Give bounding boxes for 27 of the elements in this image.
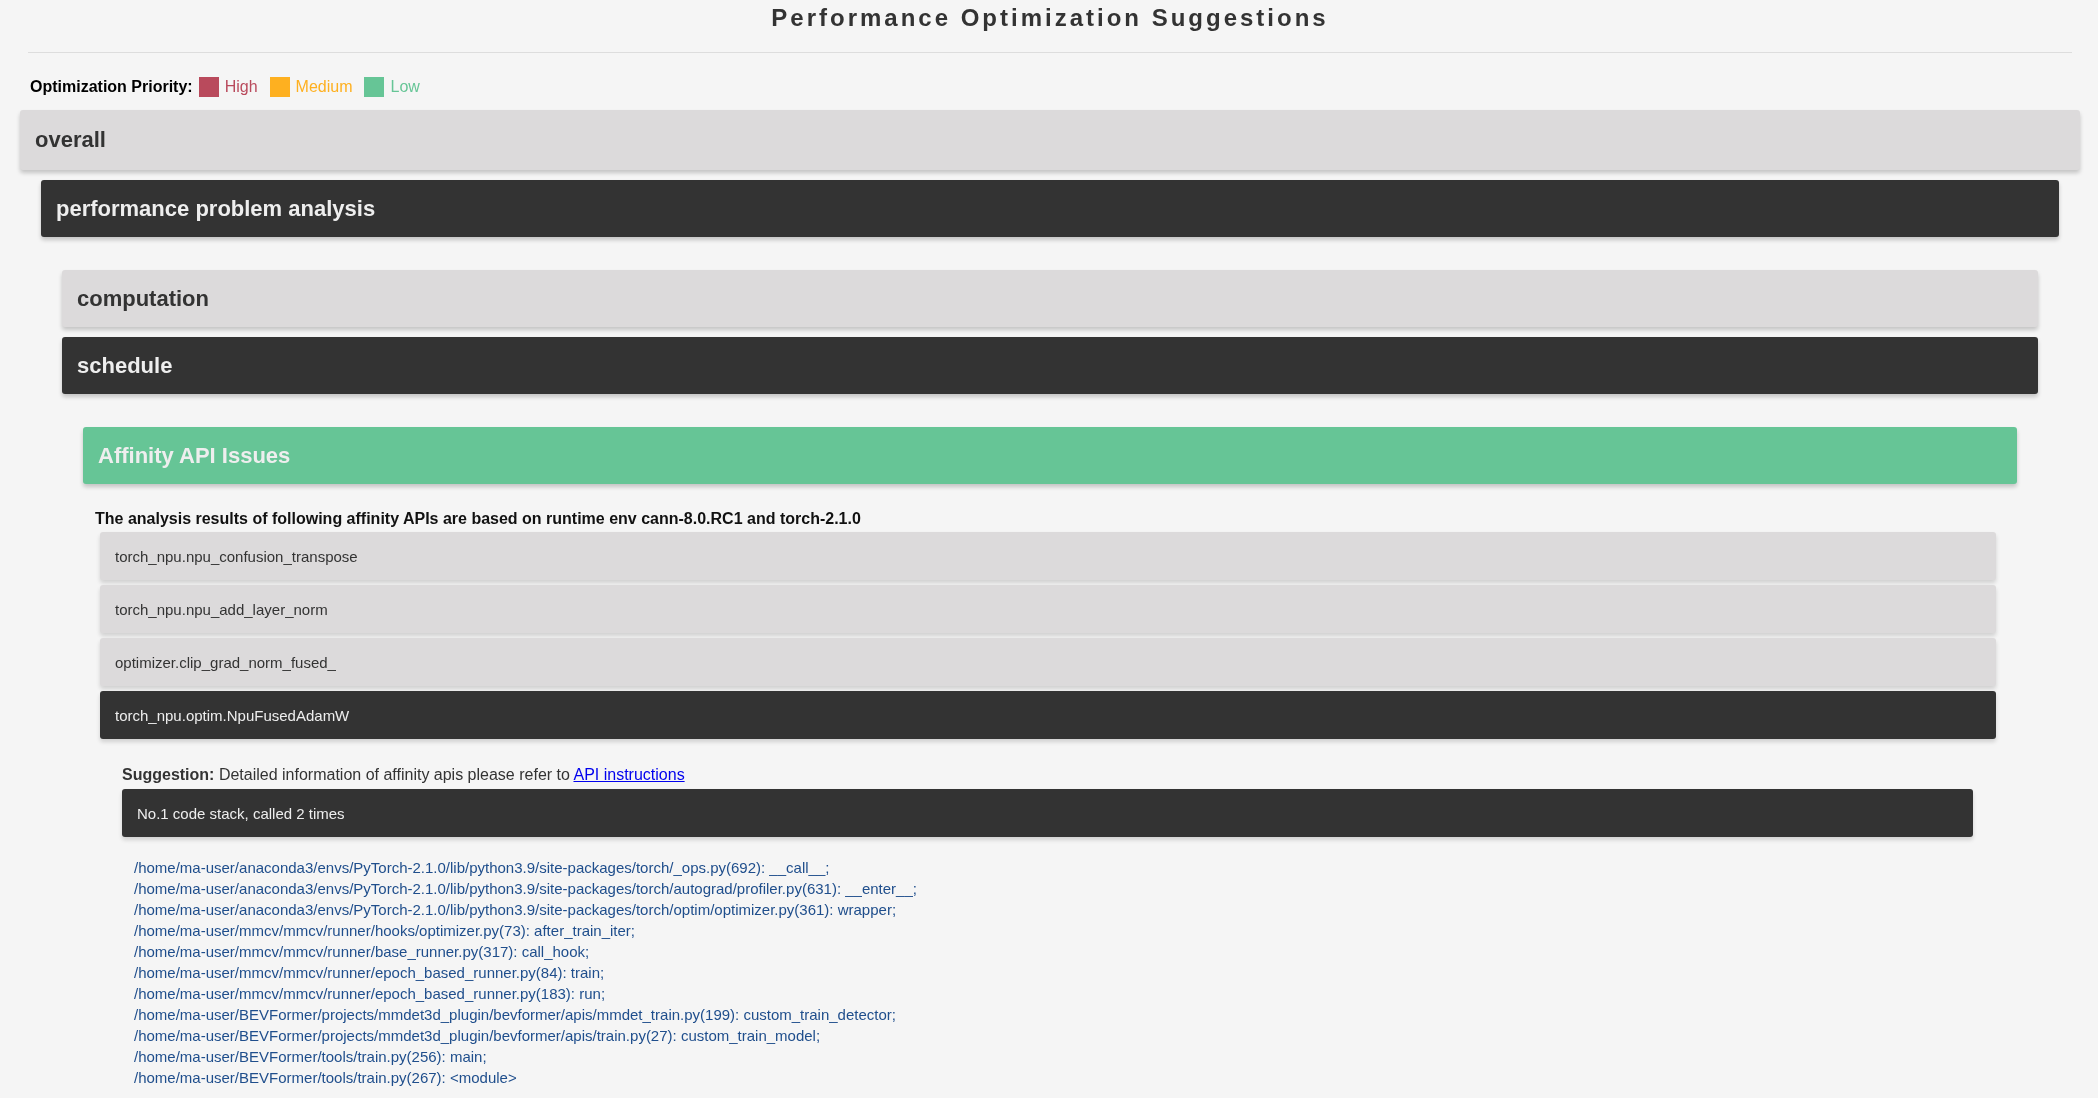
stack-line: /home/ma-user/mmcv/mmcv/runner/epoch_based_runner.py(183): run; xyxy=(134,984,607,1004)
analysis-note: The analysis results of following affinity APIs are based on runtime env cann-8.0.RC1 and torch-2.1.0 xyxy=(94,509,862,529)
section-header[interactable]: performance problem analysis xyxy=(41,180,2059,237)
api-item[interactable]: optimizer.clip_grad_norm_fused_ xyxy=(100,638,1996,686)
stack-line: /home/ma-user/anaconda3/envs/PyTorch-2.1.0/lib/python3.9/site-packages/torch/autograd/profiler.py(631): __enter__; xyxy=(134,879,918,899)
legend-text: Medium xyxy=(295,78,353,96)
stack-line: /home/ma-user/anaconda3/envs/PyTorch-2.1.0/lib/python3.9/site-packages/torch/optim/optimizer.py(361): wrapper; xyxy=(134,900,898,920)
api-item[interactable]: torch_npu.npu_add_layer_norm xyxy=(100,585,1996,633)
stack-line: /home/ma-user/anaconda3/envs/PyTorch-2.1.0/lib/python3.9/site-packages/torch/_ops.py(692): __call__; xyxy=(134,858,831,878)
section-header[interactable]: computation xyxy=(62,270,2038,327)
stack-line: /home/ma-user/BEVFormer/tools/train.py(267): <module> xyxy=(134,1068,518,1088)
stack-line: /home/ma-user/BEVFormer/projects/mmdet3d_plugin/bevformer/apis/mmdet_train.py(199): custom_train_detector; xyxy=(134,1005,897,1025)
api-item[interactable]: torch_npu.optim.NpuFusedAdamW xyxy=(100,691,1996,739)
stack-line: /home/ma-user/mmcv/mmcv/runner/epoch_based_runner.py(84): train; xyxy=(134,963,606,983)
stack-line: /home/ma-user/BEVFormer/projects/mmdet3d_plugin/bevformer/apis/train.py(27): custom_train_model; xyxy=(134,1026,822,1046)
legend-text: High xyxy=(224,78,258,96)
api-instructions-link[interactable]: API instructions xyxy=(573,766,685,783)
stack-line: /home/ma-user/mmcv/mmcv/runner/base_runner.py(317): call_hook; xyxy=(134,942,591,962)
stack-line: /home/ma-user/BEVFormer/tools/train.py(256): main; xyxy=(134,1047,488,1067)
section-header[interactable]: overall xyxy=(20,110,2080,170)
suggestion-text: Suggestion: Detailed information of affinity apis please refer to API instructions xyxy=(122,766,686,784)
code-stack-header[interactable]: No.1 code stack, called 2 times xyxy=(122,789,1973,837)
stack-line: /home/ma-user/mmcv/mmcv/runner/hooks/optimizer.py(73): after_train_iter; xyxy=(134,921,636,941)
section-header[interactable]: schedule xyxy=(62,337,2038,394)
api-item[interactable]: torch_npu.npu_confusion_transpose xyxy=(100,532,1996,580)
legend-text: Low xyxy=(390,78,420,96)
legend-label: Optimization Priority: xyxy=(30,78,193,96)
